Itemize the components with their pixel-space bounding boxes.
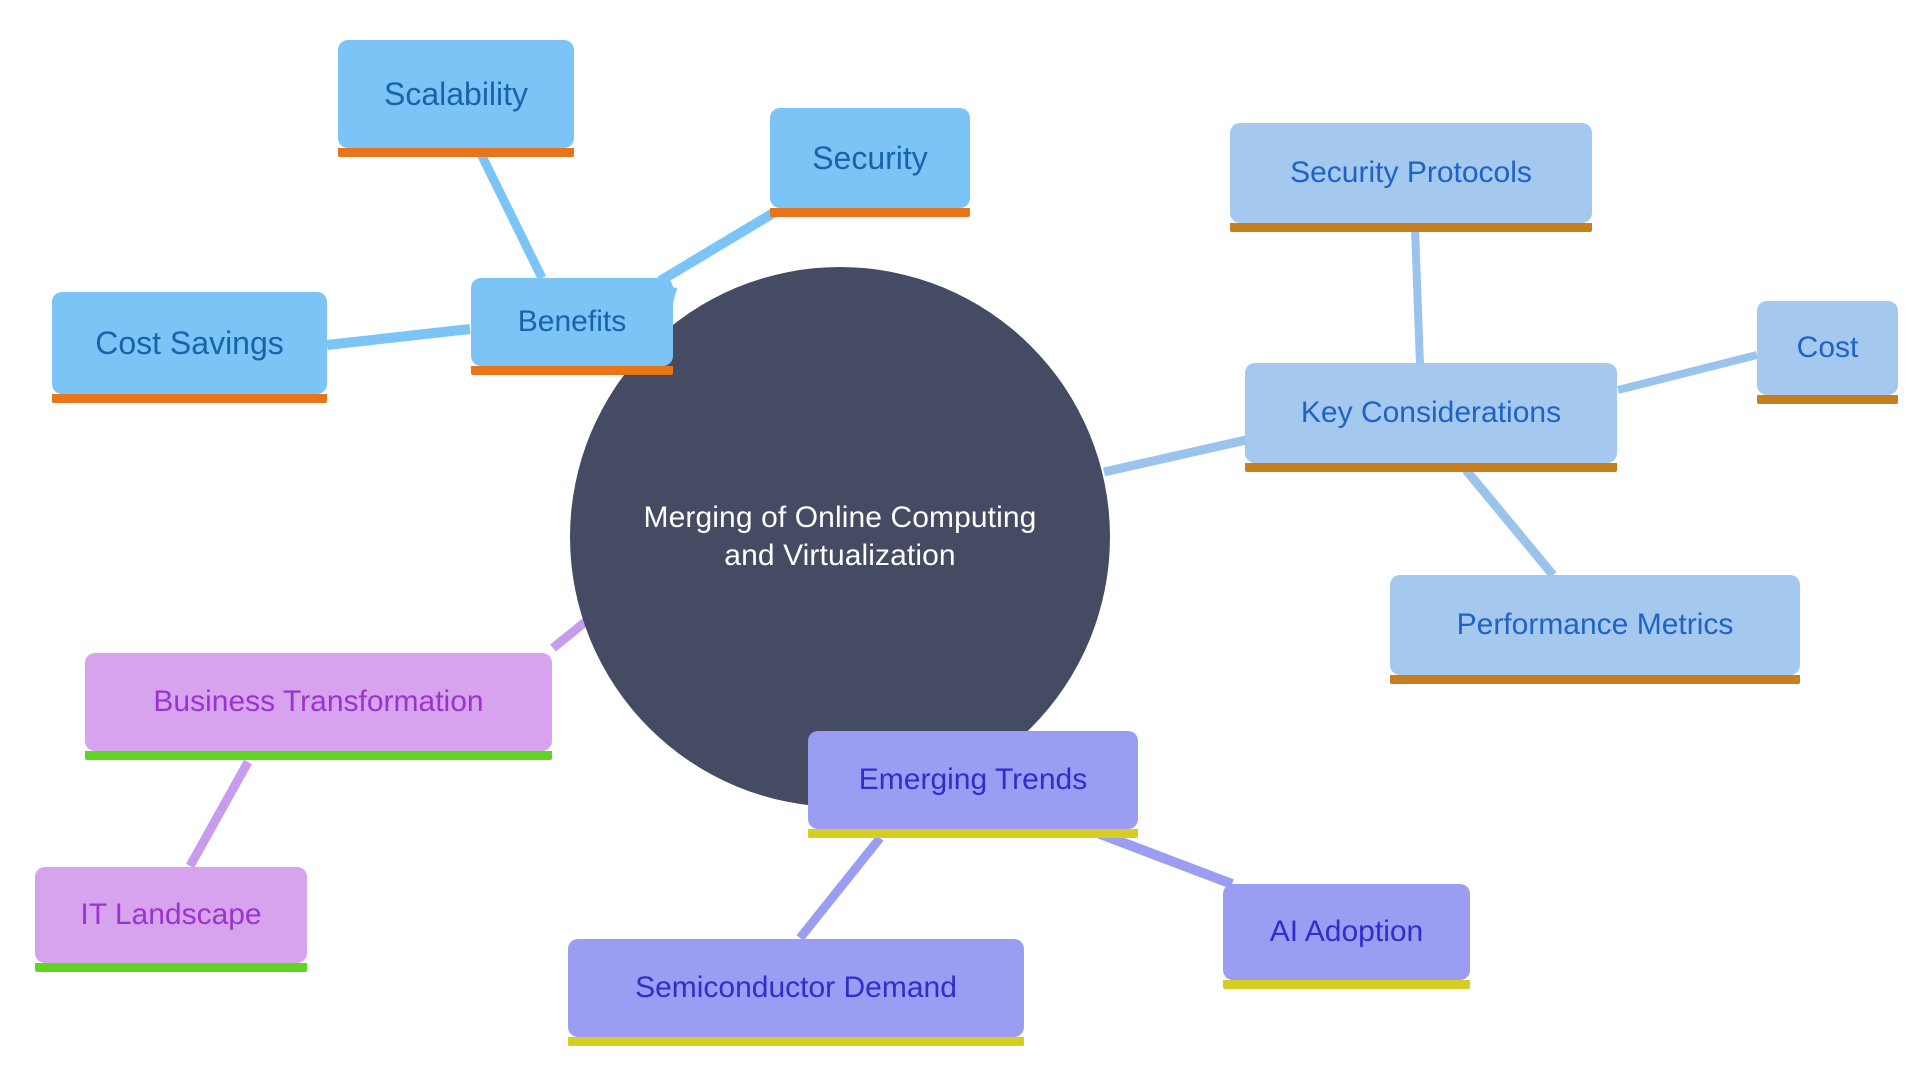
node-ai-adoption[interactable]: AI Adoption — [1223, 884, 1470, 989]
node-accent-bar-business-transformation — [85, 751, 552, 760]
node-scalability[interactable]: Scalability — [338, 40, 574, 157]
connector-benefits-to-scalability — [475, 150, 547, 280]
mindmap-canvas: Merging of Online Computing and Virtualiz… — [0, 0, 1920, 1080]
node-accent-bar-semiconductor-demand — [568, 1037, 1024, 1046]
node-label-benefits: Benefits — [517, 304, 627, 338]
node-accent-bar-security-protocols — [1230, 223, 1592, 232]
node-cost-savings[interactable]: Cost Savings — [52, 292, 327, 403]
connector-key-considerations-to-cost — [1617, 351, 1758, 394]
node-security[interactable]: Security — [770, 108, 970, 217]
connector-benefits-to-cost-savings — [326, 324, 471, 350]
node-label-performance-metrics: Performance Metrics — [1456, 607, 1734, 641]
node-accent-bar-emerging-trends — [808, 829, 1138, 838]
node-label-emerging-trends: Emerging Trends — [858, 762, 1088, 796]
node-key-considerations[interactable]: Key Considerations — [1245, 363, 1617, 472]
node-label-key-considerations: Key Considerations — [1300, 395, 1562, 429]
connector-key-considerations-to-security-protocols — [1411, 227, 1424, 366]
node-security-protocols[interactable]: Security Protocols — [1230, 123, 1592, 232]
node-label-it-landscape: IT Landscape — [80, 897, 262, 931]
node-benefits[interactable]: Benefits — [471, 278, 673, 375]
node-semiconductor-demand[interactable]: Semiconductor Demand — [568, 939, 1024, 1046]
node-accent-bar-benefits — [471, 366, 673, 375]
node-accent-bar-scalability — [338, 148, 574, 157]
node-it-landscape[interactable]: IT Landscape — [35, 867, 307, 972]
node-label-semiconductor-demand: Semiconductor Demand — [635, 970, 957, 1004]
node-accent-bar-cost — [1757, 395, 1898, 404]
node-accent-bar-key-considerations — [1245, 463, 1617, 472]
node-label-scalability: Scalability — [383, 75, 529, 112]
node-label-security-protocols: Security Protocols — [1290, 155, 1532, 189]
node-label-security: Security — [812, 139, 928, 176]
node-accent-bar-ai-adoption — [1223, 980, 1470, 989]
node-emerging-trends[interactable]: Emerging Trends — [808, 731, 1138, 838]
node-label-cost-savings: Cost Savings — [95, 324, 284, 361]
center-node-label: Merging of Online Computing and Virtualiz… — [643, 500, 1037, 572]
node-label-cost: Cost — [1796, 330, 1859, 364]
node-accent-bar-performance-metrics — [1390, 675, 1800, 684]
connector-benefits-to-security — [657, 207, 778, 286]
node-cost[interactable]: Cost — [1757, 301, 1898, 404]
node-performance-metrics[interactable]: Performance Metrics — [1390, 575, 1800, 684]
node-label-ai-adoption: AI Adoption — [1269, 914, 1424, 948]
node-accent-bar-cost-savings — [52, 394, 327, 403]
connector-center-to-key-considerations — [1103, 435, 1247, 477]
node-label-business-transformation: Business Transformation — [153, 684, 484, 718]
connector-emerging-trends-to-semiconductor-demand — [796, 835, 884, 941]
node-business-transformation[interactable]: Business Transformation — [85, 653, 552, 760]
connector-business-transformation-to-it-landscape — [186, 759, 252, 869]
node-accent-bar-security — [770, 208, 970, 217]
connector-key-considerations-to-performance-metrics — [1462, 467, 1557, 578]
connector-emerging-trends-to-ai-adoption — [1093, 827, 1234, 889]
node-accent-bar-it-landscape — [35, 963, 307, 972]
